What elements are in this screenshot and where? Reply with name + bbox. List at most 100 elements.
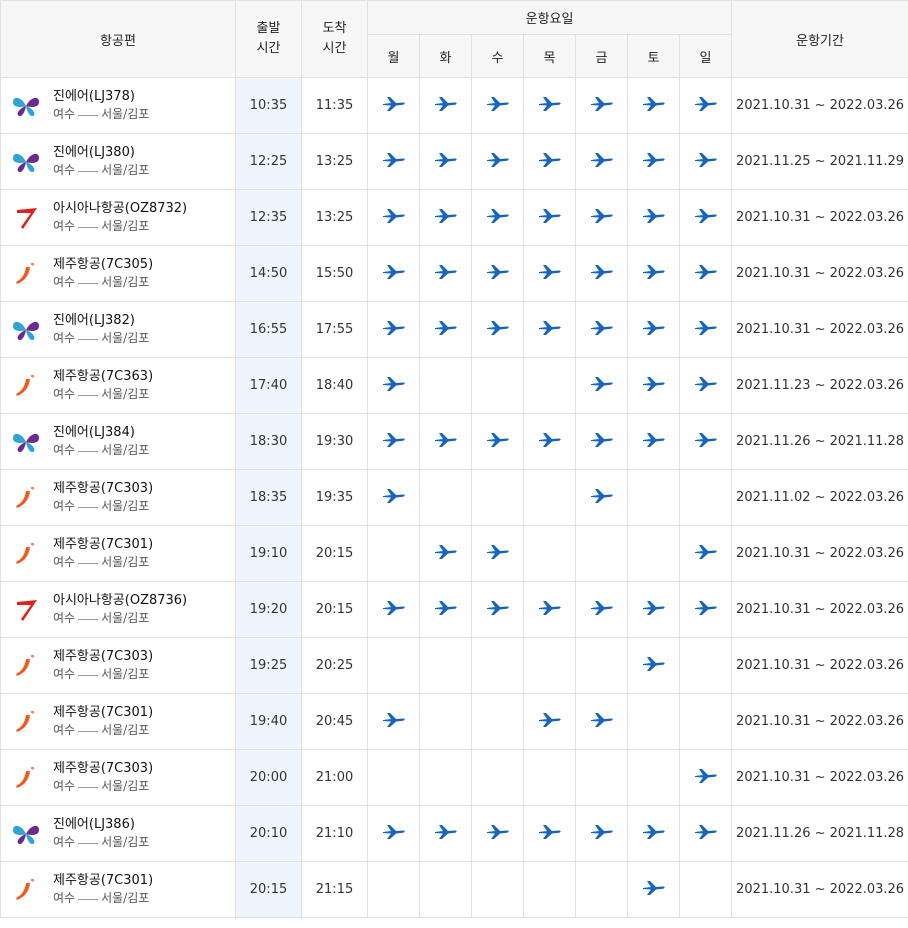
- table-row: 제주항공(7C303) 여수 서울/김포 18:35 19:35 2021.11.02 ~…: [0, 469, 908, 526]
- day-cell-wed: [471, 581, 524, 638]
- table-row: 제주항공(7C363) 여수 서울/김포 17:40 18:40 2021.11.23 ~…: [0, 357, 908, 414]
- airline-cell: 제주항공(7C303) 여수 서울/김포: [0, 469, 236, 526]
- table-row: 아시아나항공(OZ8736) 여수 서울/김포 19:20 20:15 2021.10.3…: [0, 581, 908, 638]
- route: 여수 서울/김포: [53, 442, 149, 459]
- plane-icon: [434, 264, 458, 285]
- table-header: 항공편 출발 시간 도착 시간 운항요일 운항기간 월 화 수 목 금 토 일: [0, 0, 908, 78]
- airline-name: 제주항공(7C301): [53, 537, 154, 552]
- plane-icon: [590, 432, 614, 453]
- day-cell-mon: [367, 861, 420, 918]
- day-cell-mon: [367, 189, 420, 246]
- day-cell-wed: [471, 301, 524, 358]
- plane-icon: [382, 488, 406, 509]
- table-row: 아시아나항공(OZ8732) 여수 서울/김포 12:35 13:25 2021.10.3…: [0, 189, 908, 246]
- operation-period: 2021.10.31 ~ 2022.03.26: [731, 525, 908, 582]
- arrival-time: 20:15: [301, 525, 368, 582]
- departure-time: 18:30: [235, 413, 302, 470]
- plane-icon: [590, 376, 614, 397]
- day-cell-sat: [627, 861, 680, 918]
- plane-icon: [642, 320, 666, 341]
- day-cell-fri: [575, 581, 628, 638]
- header-day-tue: 화: [419, 34, 472, 78]
- airline-cell: 진에어(LJ382) 여수 서울/김포: [0, 301, 236, 358]
- route-origin: 여수: [53, 275, 76, 289]
- plane-icon: [434, 208, 458, 229]
- day-cell-wed: [471, 245, 524, 302]
- day-cell-wed: [471, 469, 524, 526]
- table-row: 진에어(LJ386) 여수 서울/김포 20:10 21:10 2021.11.26 ~ …: [0, 805, 908, 862]
- table-row: 진에어(LJ382) 여수 서울/김포 16:55 17:55 2021.10.31 ~ …: [0, 301, 908, 358]
- day-cell-wed: [471, 861, 524, 918]
- day-cell-tue: [419, 413, 472, 470]
- airline-cell: 제주항공(7C303) 여수 서울/김포: [0, 749, 236, 806]
- operation-period: 2021.10.31 ~ 2022.03.26: [731, 581, 908, 638]
- day-cell-fri: [575, 525, 628, 582]
- route-destination: 서울/김포: [101, 331, 150, 345]
- day-cell-fri: [575, 357, 628, 414]
- day-cell-wed: [471, 693, 524, 750]
- jinair-logo-icon: [9, 92, 43, 120]
- plane-icon: [434, 600, 458, 621]
- route-origin: 여수: [53, 779, 76, 793]
- day-cell-fri: [575, 413, 628, 470]
- airline-cell: 진에어(LJ386) 여수 서울/김포: [0, 805, 236, 862]
- departure-time: 19:40: [235, 693, 302, 750]
- operation-period: 2021.10.31 ~ 2022.03.26: [731, 693, 908, 750]
- day-cell-tue: [419, 357, 472, 414]
- day-cell-mon: [367, 749, 420, 806]
- departure-time: 19:10: [235, 525, 302, 582]
- day-cell-tue: [419, 469, 472, 526]
- route: 여수 서울/김포: [53, 778, 153, 795]
- operation-period: 2021.11.26 ~ 2021.11.28: [731, 805, 908, 862]
- day-cell-sun: [678, 525, 733, 582]
- operation-period: 2021.10.31 ~ 2022.03.26: [731, 637, 908, 694]
- jeju-logo-icon: [9, 876, 43, 904]
- day-cell-fri: [575, 189, 628, 246]
- plane-icon: [434, 544, 458, 565]
- day-cell-tue: [419, 189, 472, 246]
- day-cell-sun: [678, 413, 733, 470]
- day-cell-thu: [523, 301, 576, 358]
- plane-icon: [434, 320, 458, 341]
- route-origin: 여수: [53, 443, 76, 457]
- day-cell-tue: [419, 693, 472, 750]
- day-cell-sun: [678, 245, 733, 302]
- jinair-logo-icon: [9, 148, 43, 176]
- asiana-logo-icon: [9, 204, 43, 232]
- jeju-logo-icon: [9, 764, 43, 792]
- operation-period: 2021.11.23 ~ 2022.03.26: [731, 357, 908, 414]
- airline-name: 제주항공(7C301): [53, 705, 154, 720]
- route: 여수 서울/김포: [53, 666, 153, 683]
- route: 여수 서울/김포: [53, 498, 153, 515]
- plane-icon: [382, 208, 406, 229]
- route: 여수 서울/김포: [53, 610, 187, 627]
- day-cell-mon: [367, 413, 420, 470]
- arrival-time: 15:50: [301, 245, 368, 302]
- operation-period: 2021.10.31 ~ 2022.03.26: [731, 189, 908, 246]
- airline-cell: 제주항공(7C363) 여수 서울/김포: [0, 357, 236, 414]
- day-cell-sat: [627, 581, 680, 638]
- day-cell-mon: [367, 805, 420, 862]
- plane-icon: [694, 376, 718, 397]
- table-row: 제주항공(7C301) 여수 서울/김포 19:10 20:15 2021.10.31 ~…: [0, 525, 908, 582]
- day-cell-sat: [627, 805, 680, 862]
- jinair-logo-icon: [9, 316, 43, 344]
- route-origin: 여수: [53, 555, 76, 569]
- route: 여수 서울/김포: [53, 106, 149, 123]
- route-arrow-icon: [78, 619, 99, 620]
- operation-period: 2021.10.31 ~ 2022.03.26: [731, 245, 908, 302]
- day-cell-sat: [627, 749, 680, 806]
- airline-cell: 진에어(LJ380) 여수 서울/김포: [0, 133, 236, 190]
- route-origin: 여수: [53, 835, 76, 849]
- route-destination: 서울/김포: [101, 499, 150, 513]
- day-cell-tue: [419, 525, 472, 582]
- arrival-time: 18:40: [301, 357, 368, 414]
- plane-icon: [486, 264, 510, 285]
- route-arrow-icon: [78, 227, 99, 228]
- route-arrow-icon: [78, 899, 99, 900]
- day-cell-mon: [367, 469, 420, 526]
- plane-icon: [434, 432, 458, 453]
- day-cell-tue: [419, 133, 472, 190]
- route-arrow-icon: [78, 675, 99, 676]
- route-origin: 여수: [53, 107, 76, 121]
